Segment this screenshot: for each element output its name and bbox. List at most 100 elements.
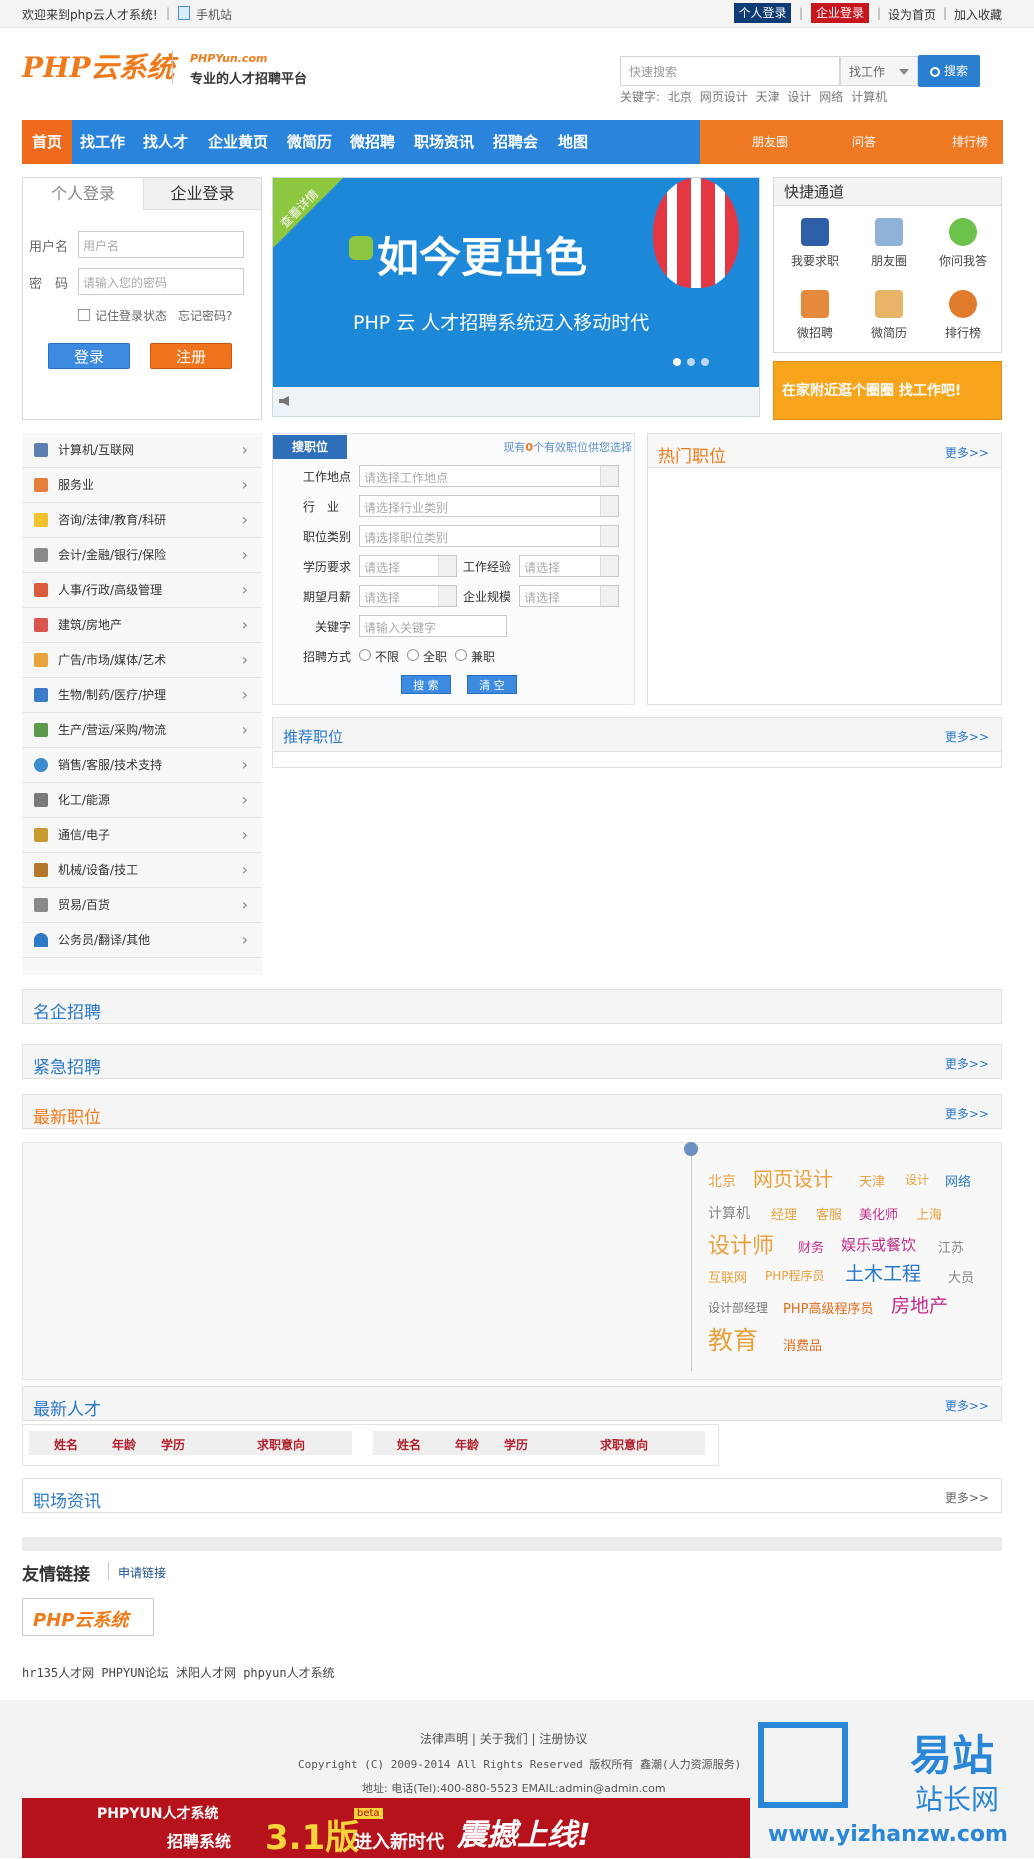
- category-item[interactable]: 会计/金融/银行/保险 ›: [22, 538, 262, 573]
- category-item[interactable]: 计算机/互联网 ›: [22, 433, 262, 468]
- tag-link[interactable]: 娱乐或餐饮: [841, 1234, 916, 1255]
- keyword-link[interactable]: 计算机: [851, 90, 887, 104]
- category-item[interactable]: 建筑/房地产 ›: [22, 608, 262, 643]
- nav-map[interactable]: 地图: [558, 120, 588, 164]
- company-login-button[interactable]: 企业登录: [811, 3, 869, 23]
- clear-button[interactable]: 清 空: [467, 675, 517, 694]
- mode-radio[interactable]: [359, 649, 371, 661]
- remember-checkbox[interactable]: [78, 309, 90, 321]
- tag-link[interactable]: PHP程序员: [765, 1267, 825, 1284]
- tag-link[interactable]: 网页设计: [753, 1163, 833, 1192]
- tag-link[interactable]: 江苏: [938, 1237, 964, 1256]
- tag-link[interactable]: 大员: [948, 1267, 974, 1286]
- tag-link[interactable]: 美化师: [859, 1204, 898, 1223]
- nav-find-job[interactable]: 找工作: [80, 120, 125, 164]
- forgot-password-link[interactable]: 忘记密码?: [178, 307, 232, 324]
- talent-more[interactable]: 更多>>: [945, 1397, 989, 1414]
- category-select[interactable]: 请选择职位类别: [359, 525, 619, 547]
- category-item[interactable]: 通信/电子 ›: [22, 818, 262, 853]
- recommend-more[interactable]: 更多>>: [945, 728, 989, 745]
- tag-link[interactable]: 北京: [708, 1171, 736, 1191]
- tag-link[interactable]: 财务: [798, 1237, 824, 1256]
- latest-more[interactable]: 更多>>: [945, 1105, 989, 1122]
- category-item[interactable]: 咨询/法律/教育/科研 ›: [22, 503, 262, 538]
- keyword-input[interactable]: 请输入关键字: [359, 615, 507, 637]
- quick-friends[interactable]: 朋友圈: [854, 218, 924, 269]
- tag-link[interactable]: 房地产: [891, 1291, 948, 1318]
- category-item[interactable]: 机械/设备/技工 ›: [22, 853, 262, 888]
- banner-slider[interactable]: 查看详情 如今更出色 PHP 云 人才招聘系统迈入移动时代: [272, 177, 760, 417]
- slider-dot[interactable]: [701, 358, 709, 366]
- category-item[interactable]: 公务员/翻译/其他 ›: [22, 923, 262, 958]
- category-item[interactable]: 贸易/百货 ›: [22, 888, 262, 923]
- favorite-link[interactable]: 加入收藏: [954, 6, 1002, 23]
- nav-job-fair[interactable]: 招聘会: [493, 120, 538, 164]
- set-home-link[interactable]: 设为首页: [888, 6, 936, 23]
- nav-micro-resume[interactable]: 微简历: [287, 120, 332, 164]
- quick-micro-resume[interactable]: 微简历: [854, 290, 924, 341]
- tag-link[interactable]: 设计部经理: [708, 1299, 768, 1316]
- search-button[interactable]: 搜索: [918, 55, 980, 87]
- site-logo[interactable]: PHP云系统 PHPYun.com 专业的人才招聘平台: [22, 44, 322, 90]
- about-link[interactable]: 关于我们: [480, 1732, 528, 1746]
- mobile-link[interactable]: 手机站: [196, 6, 232, 23]
- partner-logo[interactable]: PHP云系统: [22, 1598, 154, 1636]
- quick-micro-recruit[interactable]: 微招聘: [780, 290, 850, 341]
- speaker-icon[interactable]: [279, 396, 289, 406]
- nav-micro-recruit[interactable]: 微招聘: [350, 120, 395, 164]
- quick-qa[interactable]: 你问我答: [928, 218, 998, 269]
- tag-link[interactable]: 设计: [905, 1171, 929, 1188]
- keyword-link[interactable]: 网络: [819, 90, 843, 104]
- login-button[interactable]: 登录: [48, 343, 130, 369]
- side-ad-banner[interactable]: 在家附近逛个圈圈 找工作吧!: [773, 361, 1002, 420]
- username-input[interactable]: 用户名: [78, 231, 244, 258]
- tag-link[interactable]: 天津: [859, 1171, 885, 1190]
- keyword-link[interactable]: 设计: [787, 90, 811, 104]
- education-select[interactable]: 请选择: [359, 555, 457, 577]
- tag-link[interactable]: 客服: [816, 1204, 842, 1223]
- nav-qa[interactable]: 问答: [852, 120, 876, 164]
- nav-home[interactable]: 首页: [22, 120, 72, 164]
- hot-jobs-more[interactable]: 更多>>: [945, 444, 989, 461]
- legal-link[interactable]: 法律声明: [420, 1732, 468, 1746]
- nav-ranking[interactable]: 排行榜: [952, 120, 988, 164]
- tag-link[interactable]: 设计师: [708, 1228, 774, 1260]
- tag-link[interactable]: 网络: [945, 1171, 971, 1190]
- slider-dot[interactable]: [687, 358, 695, 366]
- friend-link[interactable]: phpyun人才系统: [243, 1666, 334, 1680]
- tag-link[interactable]: PHP高级程序员: [783, 1298, 873, 1317]
- tag-link[interactable]: 土木工程: [845, 1259, 921, 1286]
- tag-link[interactable]: 消费品: [783, 1335, 822, 1354]
- category-item[interactable]: 生物/制药/医疗/护理 ›: [22, 678, 262, 713]
- tab-company-login[interactable]: 企业登录: [143, 178, 261, 210]
- category-item[interactable]: 服务业 ›: [22, 468, 262, 503]
- nav-news[interactable]: 职场资讯: [414, 120, 474, 164]
- friend-link[interactable]: PHPYUN论坛: [101, 1666, 168, 1680]
- industry-select[interactable]: 请选择行业类别: [359, 495, 619, 517]
- apply-link[interactable]: 申请链接: [118, 1564, 166, 1581]
- tag-link[interactable]: 计算机: [708, 1203, 750, 1223]
- keyword-link[interactable]: 北京: [668, 90, 692, 104]
- password-input[interactable]: 请输入您的密码: [78, 268, 244, 295]
- friend-link[interactable]: 沭阳人才网: [176, 1666, 236, 1680]
- tag-link[interactable]: 互联网: [708, 1267, 747, 1286]
- category-item[interactable]: 人事/行政/高级管理 ›: [22, 573, 262, 608]
- register-button[interactable]: 注册: [150, 343, 232, 369]
- category-item[interactable]: 销售/客服/技术支持 ›: [22, 748, 262, 783]
- scale-select[interactable]: 请选择: [519, 585, 619, 607]
- salary-select[interactable]: 请选择: [359, 585, 457, 607]
- search-input[interactable]: 快速搜索: [620, 56, 840, 86]
- tag-link[interactable]: 教育: [708, 1321, 758, 1357]
- personal-login-button[interactable]: 个人登录: [734, 3, 791, 23]
- tag-link[interactable]: 上海: [916, 1204, 942, 1223]
- keyword-link[interactable]: 天津: [756, 90, 780, 104]
- tab-personal-login[interactable]: 个人登录: [23, 178, 143, 210]
- tag-link[interactable]: 经理: [771, 1204, 797, 1223]
- urgent-more[interactable]: 更多>>: [945, 1055, 989, 1072]
- mode-radio[interactable]: [407, 649, 419, 661]
- category-item[interactable]: 化工/能源 ›: [22, 783, 262, 818]
- category-item[interactable]: 广告/市场/媒体/艺术 ›: [22, 643, 262, 678]
- search-type-select[interactable]: 找工作: [840, 56, 918, 86]
- quick-ranking[interactable]: 排行榜: [928, 290, 998, 341]
- search-job-button[interactable]: 搜 索: [401, 675, 451, 694]
